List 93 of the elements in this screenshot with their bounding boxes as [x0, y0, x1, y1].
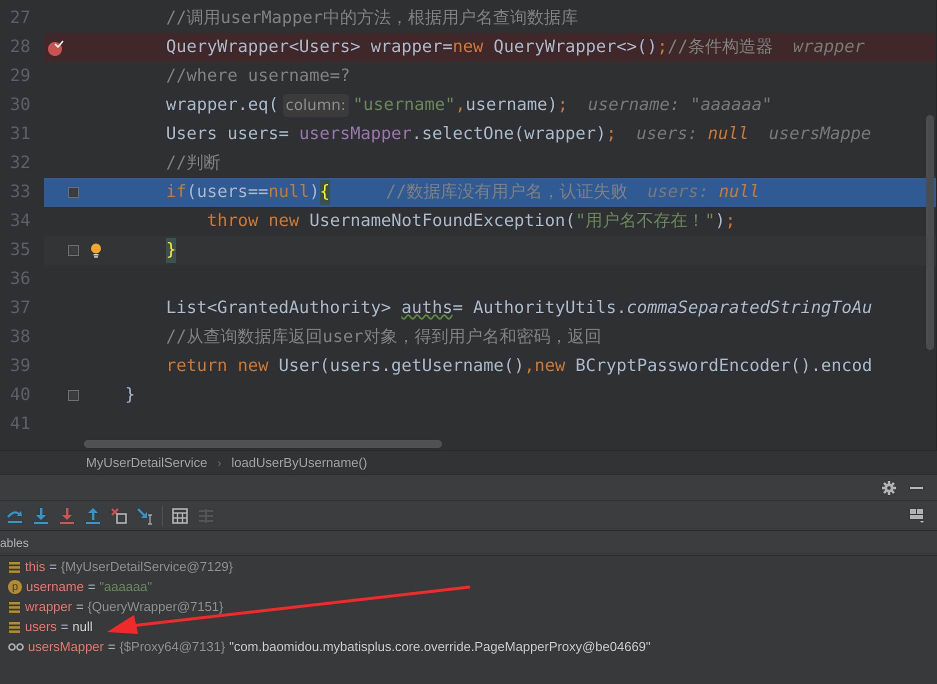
variable-row[interactable]: usersMapper = {$Proxy64@7131} "com.baomidou.mybatisplus.core.override.PageMapperProxy@be04669": [0, 637, 937, 657]
code-method: commaSeparatedStringToAu: [626, 296, 872, 320]
variable-row[interactable]: this = {MyUserDetailService@7129}: [0, 557, 937, 577]
variable-value: "aaaaaa": [99, 578, 152, 596]
variable-name: wrapper: [25, 598, 72, 616]
debug-value-hint: username: "aaaaaa": [588, 94, 772, 117]
field-icon: [8, 600, 21, 614]
variable-row[interactable]: wrapper = {QueryWrapper@7151}: [0, 597, 937, 617]
variable-value: null: [72, 618, 93, 636]
field-icon: [8, 620, 21, 634]
breakpoint-icon[interactable]: [47, 38, 65, 56]
variable-name: users: [25, 618, 57, 636]
variable-value: {MyUserDetailService@7129}: [60, 558, 233, 576]
code-text: }: [125, 384, 136, 407]
horizontal-scrollbar[interactable]: [84, 440, 442, 448]
parameter-icon: p: [8, 580, 22, 594]
minimize-icon[interactable]: [910, 486, 923, 488]
code-text: UsernameNotFoundException(: [308, 210, 576, 233]
code-text: QueryWrapper<Users> wrapper=: [166, 36, 453, 59]
code-comment: //判断: [166, 152, 220, 175]
variable-name: usersMapper: [28, 638, 104, 656]
code-keyword: new: [452, 36, 484, 59]
code-keyword: if: [166, 180, 186, 204]
code-field: usersMapper: [299, 122, 412, 148]
assignment-operator: =: [76, 598, 84, 616]
step-into-icon[interactable]: [32, 506, 50, 524]
code-text: BCryptPasswordEncoder().encod: [574, 354, 872, 378]
code-string: "用户名不存在！": [575, 210, 715, 233]
step-out-icon[interactable]: [84, 506, 102, 524]
variable-row[interactable]: p username = "aaaaaa": [0, 577, 937, 597]
code-variable: auths: [401, 296, 453, 320]
assignment-operator: =: [88, 578, 96, 596]
debug-value-hint: wrapper: [793, 36, 865, 59]
debug-value-hint: null: [708, 122, 749, 146]
code-keyword: ;: [606, 122, 616, 146]
code-text: User(users.getUsername(): [278, 354, 524, 378]
code-keyword: ;: [725, 210, 736, 233]
panel-title: ables: [0, 535, 29, 552]
code-comment: //从查询数据库返回user对象，得到用户名和密码，返回: [166, 326, 602, 349]
assignment-operator: =: [49, 558, 57, 576]
code-keyword: ;: [657, 36, 668, 59]
code-text: ): [714, 210, 726, 233]
breadcrumb-separator: ›: [217, 454, 222, 472]
matched-brace: {: [320, 180, 330, 206]
code-text: = AuthorityUtils.: [452, 296, 627, 320]
code-text: QueryWrapper<>(): [492, 36, 658, 59]
fold-marker-icon[interactable]: [68, 245, 79, 256]
assignment-operator: =: [108, 638, 116, 656]
variable-name: username: [26, 578, 84, 596]
variable-name: this: [25, 558, 46, 576]
debug-value-hint: users:: [647, 180, 709, 204]
code-comment: //条件构造器: [668, 36, 774, 59]
matched-brace: }: [166, 238, 176, 264]
debug-value-hint: users:: [636, 122, 698, 146]
scrollbar-thumb[interactable]: [926, 115, 934, 350]
debug-value-hint: usersMappe: [768, 122, 872, 146]
run-to-cursor-icon[interactable]: [136, 506, 154, 524]
fold-marker-icon[interactable]: [68, 187, 79, 198]
code-keyword: ,new: [524, 354, 566, 378]
breadcrumb[interactable]: loadUserByUsername(): [231, 452, 368, 472]
assignment-operator: =: [60, 618, 68, 636]
fold-marker-icon[interactable]: [68, 390, 79, 401]
code-keyword: ,: [455, 94, 466, 117]
drop-frame-icon[interactable]: [110, 506, 128, 524]
settings-icon[interactable]: [882, 480, 896, 494]
code-comment: //where username=?: [166, 64, 350, 88]
debug-value-hint: null: [718, 180, 760, 204]
code-keyword: return new: [166, 354, 268, 378]
code-text: username): [465, 94, 558, 117]
layout-icon[interactable]: [909, 508, 925, 524]
code-comment: //调用userMapper中的方法，根据用户名查询数据库: [166, 6, 578, 30]
variable-row[interactable]: users = null: [0, 617, 937, 637]
watch-icon: [8, 642, 24, 652]
calculator-icon[interactable]: [171, 506, 189, 524]
code-keyword: null: [268, 180, 310, 204]
variable-value: {QueryWrapper@7151}: [88, 598, 224, 616]
code-text: Users users=: [166, 122, 290, 146]
variable-value: {$Proxy64@7131}: [119, 638, 226, 656]
code-keyword: ;: [558, 94, 568, 117]
variable-detail: "com.baomidou.mybatisplus.core.override.PageMapperProxy@be04669": [229, 638, 651, 656]
code-string: "username": [352, 94, 456, 117]
breadcrumb[interactable]: MyUserDetailService: [86, 452, 208, 472]
code-text: wrapper.eq(: [166, 94, 279, 117]
code-comment: //数据库没有用户名，认证失败: [386, 180, 628, 204]
step-into-icon[interactable]: [58, 506, 76, 524]
code-text: .selectOne(wrapper): [412, 122, 606, 146]
lightbulb-icon[interactable]: [90, 243, 102, 258]
code-keyword: throw new: [207, 210, 300, 233]
code-text: List<GrantedAuthority>: [166, 296, 392, 320]
code-text: ): [309, 180, 320, 204]
field-icon: [8, 560, 21, 574]
code-text: (users==: [186, 180, 268, 204]
parameter-hint: column:: [282, 94, 349, 117]
